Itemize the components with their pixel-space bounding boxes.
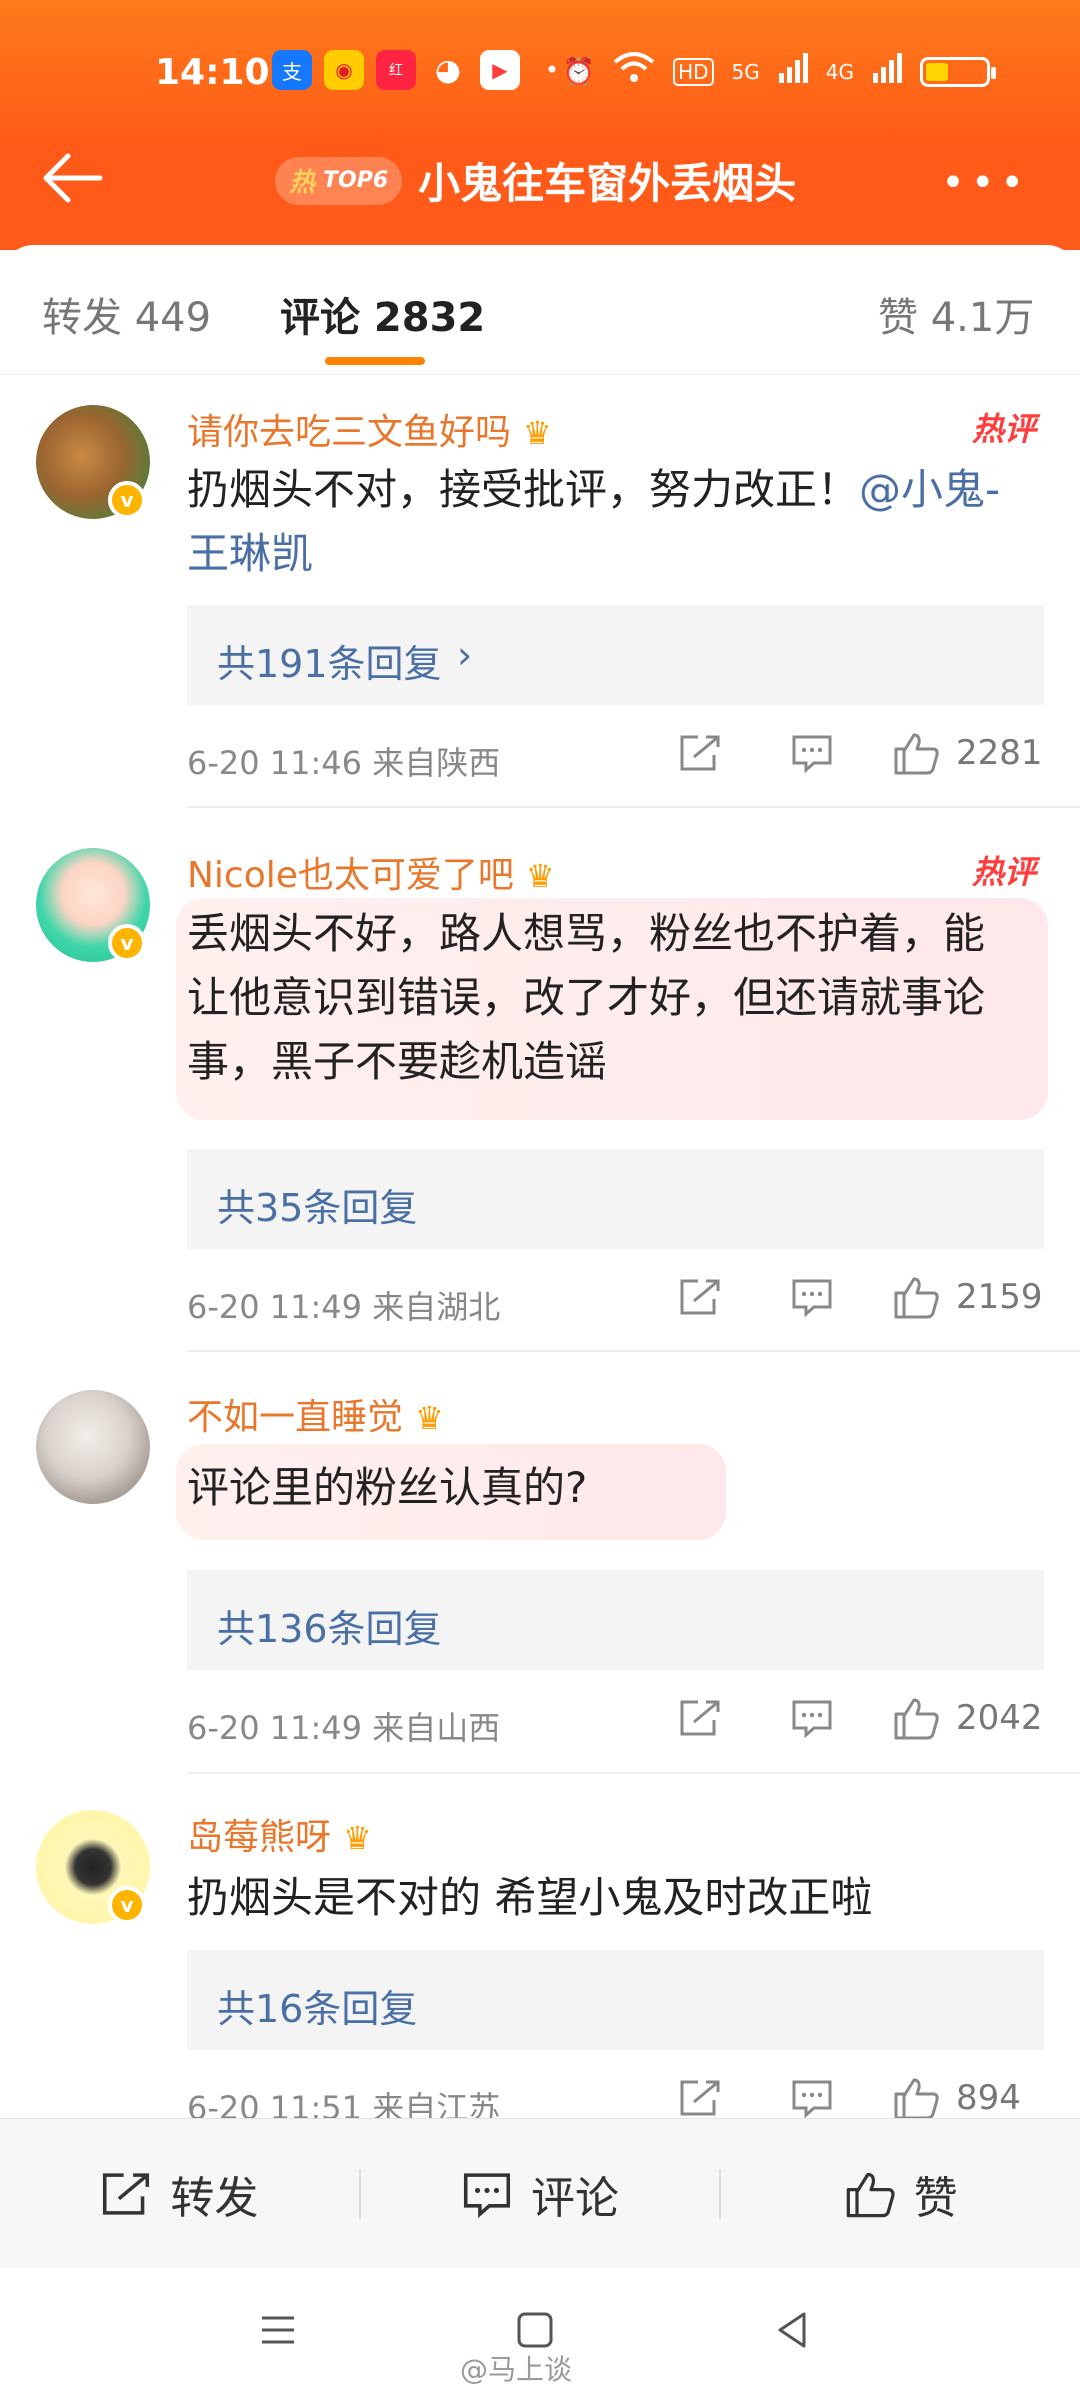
share-icon [103, 2172, 150, 2215]
reply-icon[interactable] [782, 1693, 842, 1743]
crown-icon: ♛ [343, 1819, 372, 1857]
hot-comment-tag: 热评 [971, 853, 1036, 891]
share-icon[interactable] [670, 1272, 730, 1322]
replies-link[interactable]: 共35条回复 [187, 1149, 1044, 1249]
weibo-icon: ◉ [324, 50, 364, 90]
signal-bars-icon [778, 53, 808, 90]
comment-icon [463, 2172, 511, 2218]
back-button[interactable] [38, 148, 108, 208]
comment-username[interactable]: 岛莓熊呀 ♛ [187, 1808, 372, 1860]
divider [187, 1350, 1080, 1352]
topic-title: 热 TOP6 小鬼往车窗外丢烟头 [275, 150, 796, 211]
status-bar: 14:10 支 ◉ 红 ◕ ▶ • ⏰ HD 5G 4G [0, 40, 1080, 110]
verified-badge-icon: v [108, 1886, 146, 1924]
replies-link[interactable]: 共16条回复 [187, 1950, 1044, 2050]
signal-5g-icon: 5G [731, 59, 760, 84]
back-arrow-icon [43, 153, 103, 203]
tab-repost[interactable]: 转发 449 [42, 285, 211, 343]
like-post-button[interactable]: 赞 [721, 2119, 1080, 2268]
tab-likes[interactable]: 赞 4.1万 [878, 285, 1034, 343]
comment-text: 评论里的粉丝认真的? [187, 1463, 588, 1512]
comment-actions: 2159 [670, 1272, 1043, 1322]
comment-text: 扔烟头是不对的 希望小鬼及时改正啦 [187, 1873, 873, 1922]
like-button[interactable]: 2159 [892, 1275, 1043, 1319]
replies-link[interactable]: 共191条回复 › [187, 605, 1044, 705]
page-title: 小鬼往车窗外丢烟头 [418, 159, 797, 208]
crown-icon: ♛ [523, 414, 552, 452]
comment-actions: 2281 [670, 728, 1043, 778]
active-tab-indicator [325, 357, 425, 365]
header: 14:10 支 ◉ 红 ◕ ▶ • ⏰ HD 5G 4G 热 TOP6 小鬼往车… [0, 0, 1080, 250]
verified-badge-icon: v [108, 481, 146, 519]
comment-username[interactable]: 不如一直睡觉 ♛ [187, 1388, 444, 1440]
comment-meta: 6-20 11:46 来自陕西 [187, 744, 501, 782]
repost-button[interactable]: 转发 [0, 2119, 359, 2268]
comment-actions: 894 [670, 2073, 1021, 2123]
bottom-action-bar: 转发 评论 赞 [0, 2118, 1080, 2268]
reply-icon[interactable] [782, 2073, 842, 2123]
chevron-right-icon: › [457, 633, 473, 677]
signal-4g-icon: 4G [825, 59, 854, 84]
watermark: @马上谈 [460, 2353, 573, 2386]
top-bar: 热 TOP6 小鬼往车窗外丢烟头 ••• [0, 140, 1080, 220]
comment-username[interactable]: 请你去吃三文鱼好吗 ♛ [187, 403, 552, 455]
comment-meta: 6-20 11:49 来自湖北 [187, 1288, 501, 1326]
tab-comments[interactable]: 评论 2832 [280, 285, 485, 343]
back-nav-icon[interactable] [772, 2310, 812, 2350]
alarm-icon: ⏰ [562, 56, 596, 87]
thumbs-up-icon [894, 733, 939, 775]
wechat-icon: ◕ [434, 52, 462, 88]
like-button[interactable]: 2281 [892, 731, 1043, 775]
comment-button[interactable]: 评论 [361, 2119, 720, 2268]
thumbs-up-icon [894, 1698, 939, 1740]
hot-comment-tag: 热评 [971, 410, 1036, 448]
more-menu-button[interactable]: ••• [941, 160, 1030, 206]
system-icons: ⏰ HD 5G 4G [562, 52, 996, 91]
thumbs-up-icon [894, 2078, 939, 2120]
thumbs-up-icon [894, 1277, 939, 1319]
crown-icon: ♛ [525, 857, 555, 895]
hd-icon: HD [673, 57, 714, 86]
menu-icon[interactable] [258, 2310, 298, 2350]
comment-username[interactable]: Nicole也太可爱了吧 ♛ [187, 846, 555, 898]
comment-text: 扔烟头不对，接受批评，努力改正！@小鬼-王琳凯 [187, 465, 1001, 578]
battery-icon [920, 56, 996, 87]
thumbs-up-icon [846, 2172, 895, 2217]
verified-badge-icon: v [108, 924, 146, 962]
hot-rank-badge: 热 TOP6 [275, 156, 403, 205]
comment-actions: 2042 [670, 1693, 1043, 1743]
reply-icon[interactable] [782, 1272, 842, 1322]
like-button[interactable]: 894 [892, 2076, 1021, 2120]
reply-icon[interactable] [782, 728, 842, 778]
divider [187, 806, 1080, 808]
video-app-icon: ▶ [480, 50, 520, 90]
tab-bar: 转发 449 评论 2832 赞 4.1万 [0, 245, 1080, 375]
alipay-icon: 支 [272, 50, 312, 90]
divider [187, 1772, 1080, 1774]
comment-meta: 6-20 11:49 来自山西 [187, 1709, 501, 1747]
comment-text: 丢烟头不好，路人想骂，粉丝也不护着，能让他意识到错误，改了才好，但还请就事论事，… [187, 909, 986, 1086]
xiaohongshu-icon: 红 [376, 50, 416, 90]
home-icon[interactable] [515, 2310, 555, 2350]
signal-bars-icon-2 [872, 53, 902, 90]
avatar[interactable] [36, 1390, 150, 1504]
replies-link[interactable]: 共136条回复 [187, 1570, 1044, 1670]
crown-icon: ♛ [415, 1399, 444, 1437]
like-button[interactable]: 2042 [892, 1696, 1043, 1740]
share-icon[interactable] [670, 728, 730, 778]
share-icon[interactable] [670, 2073, 730, 2123]
status-time: 14:10 [155, 52, 270, 93]
wifi-icon [613, 52, 655, 91]
share-icon[interactable] [670, 1693, 730, 1743]
notification-icons: 支 ◉ 红 ◕ ▶ • [272, 50, 572, 90]
